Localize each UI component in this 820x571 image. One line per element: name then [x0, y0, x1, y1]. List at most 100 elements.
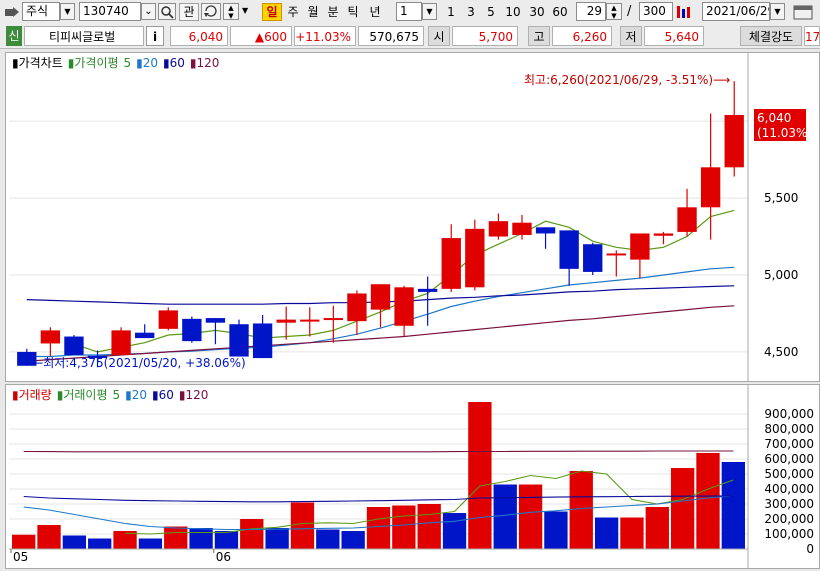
interval-select[interactable]: 1 — [396, 2, 422, 21]
legend-item-3[interactable]: ▮20 — [125, 388, 147, 402]
total-count-input[interactable]: 300 — [639, 2, 673, 21]
legend-item-1[interactable]: ▮거래이평 — [57, 388, 108, 402]
legend-item-4[interactable]: ▮60 — [163, 56, 185, 70]
period-day-button[interactable]: 일 — [262, 3, 282, 21]
candle-body[interactable] — [441, 238, 461, 289]
candle-body[interactable] — [182, 318, 202, 342]
volume-bar[interactable] — [62, 535, 87, 550]
legend-item-5[interactable]: ▮120 — [179, 388, 209, 402]
volume-bar[interactable] — [721, 462, 745, 549]
info-button[interactable]: i — [146, 26, 164, 46]
calendar-icon[interactable] — [792, 4, 814, 21]
period-week-button[interactable]: 주 — [284, 3, 302, 21]
refresh-icon[interactable] — [201, 3, 221, 20]
candle-body[interactable] — [559, 230, 579, 269]
legend-item-1[interactable]: ▮가격이평 — [68, 56, 119, 70]
legend-item-2[interactable]: 5 — [124, 56, 132, 70]
market-select[interactable]: 주식 — [22, 2, 60, 21]
volume-bar[interactable] — [392, 505, 416, 550]
stock-name[interactable]: 티피씨글로벌 — [24, 26, 144, 46]
candle-body[interactable] — [630, 233, 650, 260]
volume-bar[interactable] — [645, 507, 669, 549]
legend-item-0[interactable]: ▮거래량 — [12, 388, 52, 402]
volume-bar[interactable] — [442, 513, 467, 549]
volume-chart-pane[interactable]: 0 100,000 200,000 300,000 400,000 500,000 600,… — [5, 384, 820, 569]
period-year-button[interactable]: 년 — [364, 3, 386, 21]
volume-bar[interactable] — [417, 504, 441, 549]
volume-bar[interactable] — [265, 528, 289, 549]
candle-body[interactable] — [135, 332, 155, 339]
volume-chart[interactable]: 0100,000200,000300,000400,000500,000600,… — [6, 385, 819, 568]
date-input[interactable]: 2021/06/29 — [702, 2, 770, 21]
kwan-button[interactable]: 관 — [179, 3, 199, 21]
minute-60-button[interactable]: 60 — [549, 3, 571, 21]
minute-30-button[interactable]: 30 — [526, 3, 548, 21]
candle-body[interactable] — [512, 222, 532, 235]
candle-body[interactable] — [417, 288, 438, 292]
candle-body[interactable] — [465, 228, 485, 288]
minute-1-button[interactable]: 1 — [442, 3, 460, 21]
volume-bar[interactable] — [88, 538, 112, 550]
volume-bar[interactable] — [290, 502, 315, 550]
candle-body[interactable] — [724, 115, 744, 168]
candle-body[interactable] — [40, 330, 61, 344]
candle-body[interactable] — [252, 323, 273, 359]
volume-bar[interactable] — [468, 402, 492, 549]
volume-bar[interactable] — [366, 507, 391, 549]
volume-bar[interactable] — [214, 531, 239, 549]
volume-bar[interactable] — [37, 525, 61, 549]
candle-body[interactable] — [653, 233, 674, 236]
candle-body[interactable] — [205, 318, 226, 323]
price-chart-pane[interactable]: 4,500 5,000 5,500 최고:6,260(2021/06/29, -3.… — [5, 52, 820, 382]
candle-body[interactable] — [323, 318, 344, 321]
minute-3-button[interactable]: 3 — [462, 3, 480, 21]
candle-body[interactable] — [394, 287, 414, 326]
legend-item-2[interactable]: 5 — [113, 388, 121, 402]
volume-bar[interactable] — [696, 453, 720, 549]
legend-item-3[interactable]: ▮20 — [136, 56, 158, 70]
candle-body[interactable] — [158, 310, 178, 329]
candle-body[interactable] — [488, 221, 509, 237]
minute-5-button[interactable]: 5 — [482, 3, 500, 21]
price-chart[interactable]: 4,500 5,000 5,500 최고:6,260(2021/06/29, -3.… — [6, 53, 819, 381]
date-dropdown-icon[interactable]: ▼ — [770, 3, 785, 20]
candle-body[interactable] — [300, 319, 320, 322]
stock-code-input[interactable]: 130740 — [79, 2, 141, 21]
volume-bar[interactable] — [620, 517, 644, 550]
volume-bar[interactable] — [670, 468, 695, 549]
period-minute-button[interactable]: 분 — [324, 3, 342, 21]
screen-icon[interactable] — [4, 5, 20, 19]
minute-10-button[interactable]: 10 — [502, 3, 524, 21]
candle-body[interactable] — [229, 324, 249, 357]
volume-bar[interactable] — [240, 519, 264, 549]
legend-item-0[interactable]: ▮가격차트 — [12, 56, 63, 70]
candle-body[interactable] — [370, 284, 391, 310]
candle-body[interactable] — [111, 330, 131, 355]
volume-bar[interactable] — [569, 471, 593, 549]
count-spinner-icon[interactable]: ▲ ▼ — [606, 3, 622, 20]
volume-bar[interactable] — [189, 528, 213, 549]
volume-bar[interactable] — [518, 484, 543, 550]
menu-arrow-icon[interactable]: ▼ — [242, 6, 248, 15]
search-icon[interactable] — [158, 3, 176, 20]
volume-bar[interactable] — [493, 484, 517, 550]
candle-body[interactable] — [606, 253, 626, 256]
chart-settings-icon[interactable] — [675, 4, 693, 20]
candle-body[interactable] — [347, 293, 367, 322]
legend-item-5[interactable]: ▮120 — [190, 56, 220, 70]
period-tick-button[interactable]: 틱 — [344, 3, 362, 21]
candle-body[interactable] — [64, 336, 84, 355]
count-input[interactable]: 29 — [576, 2, 606, 21]
period-month-button[interactable]: 월 — [304, 3, 322, 21]
candle-body[interactable] — [276, 319, 296, 323]
volume-bar[interactable] — [316, 529, 340, 550]
code-dropdown-icon[interactable]: ⌄ — [141, 3, 156, 20]
candle-body[interactable] — [535, 227, 556, 234]
volume-bar[interactable] — [138, 538, 163, 550]
updown-spinner-icon[interactable]: ▲ ▼ — [223, 3, 239, 20]
volume-bar[interactable] — [544, 511, 568, 550]
candle-body[interactable] — [677, 207, 697, 232]
volume-bar[interactable] — [594, 517, 619, 550]
volume-bar[interactable] — [164, 526, 188, 550]
volume-bar[interactable] — [12, 534, 36, 549]
